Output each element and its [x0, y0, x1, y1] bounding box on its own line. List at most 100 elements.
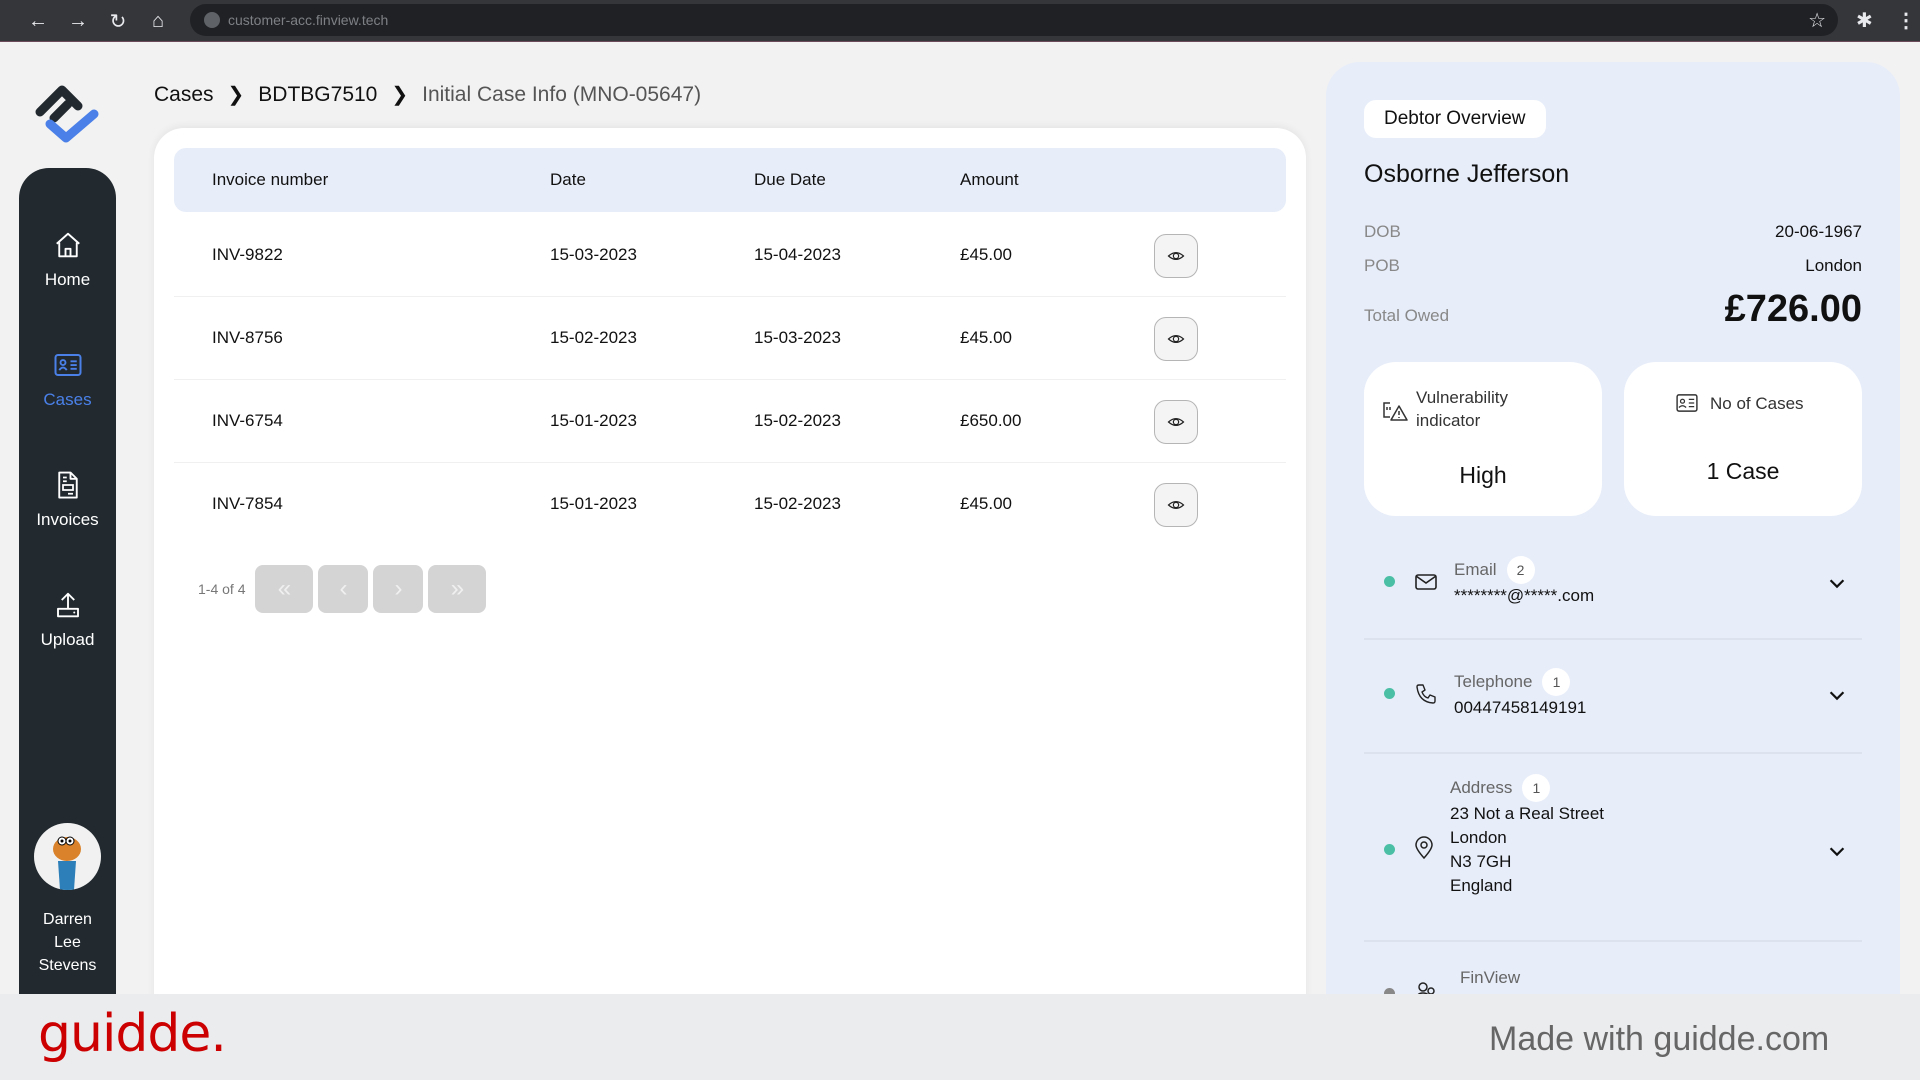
column-header-invoice-number: Invoice number	[212, 170, 329, 189]
pob-label: POB	[1364, 256, 1400, 275]
contact-value: 00447458149191	[1454, 698, 1587, 717]
invoice-number: INV-8756	[212, 328, 283, 347]
address-line: 23 Not a Real Street	[1450, 804, 1605, 823]
invoice-amount: £45.00	[960, 494, 1012, 513]
id-card-icon	[54, 354, 81, 376]
vulnerability-label-line1: Vulnerability	[1416, 388, 1508, 407]
extensions-icon[interactable]: ✱	[1856, 8, 1873, 33]
view-invoice-button[interactable]	[1154, 483, 1198, 527]
contact-title: Telephone 1	[1454, 668, 1571, 696]
sidebar-item-label: Cases	[43, 390, 92, 409]
no-of-cases-value: 1 Case	[1706, 458, 1780, 484]
previous-page-button[interactable]: ‹	[318, 565, 369, 613]
reload-icon[interactable]: ↻	[106, 9, 130, 33]
forward-icon[interactable]: →	[66, 9, 90, 33]
next-page-button[interactable]: ›	[373, 565, 424, 613]
url-text[interactable]: customer-acc.finview.tech	[228, 12, 388, 28]
menu-icon[interactable]: ⋮	[1896, 8, 1916, 33]
contact-title-text: Email	[1454, 560, 1497, 579]
address-bar[interactable]: customer-acc.finview.tech ☆	[190, 4, 1838, 36]
guidde-footer: guidde. Made with guidde.com	[0, 994, 1920, 1080]
contact-telephone[interactable]: Telephone 1 00447458149191	[1364, 642, 1862, 754]
debtor-overview-panel: Debtor Overview Osborne Jefferson DOB 20…	[1326, 62, 1900, 1008]
view-invoice-button[interactable]	[1154, 400, 1198, 444]
browser-toolbar: ← → ↻ ⌂ customer-acc.finview.tech ☆ ✱ ⋮	[0, 0, 1920, 42]
invoice-date: 15-01-2023	[550, 494, 637, 513]
invoice-date: 15-01-2023	[550, 411, 637, 430]
sidebar-item-upload[interactable]: Upload	[19, 590, 116, 680]
last-page-button[interactable]: »	[428, 565, 487, 613]
star-icon[interactable]: ☆	[1808, 8, 1826, 33]
document-icon	[57, 471, 78, 499]
breadcrumb-case-id[interactable]: BDTBG7510	[258, 83, 377, 107]
invoice-due-date: 15-02-2023	[754, 494, 841, 513]
address-line: London	[1450, 828, 1507, 847]
invoice-amount: £45.00	[960, 245, 1012, 264]
eye-icon	[1167, 501, 1185, 509]
dob-value: 20-06-1967	[1775, 222, 1862, 241]
invoice-number: INV-7854	[212, 494, 283, 513]
total-owed-label: Total Owed	[1364, 306, 1450, 325]
column-header-date: Date	[550, 170, 586, 189]
status-dot	[1384, 576, 1395, 587]
table-header: Invoice number Date Due Date Amount	[174, 148, 1286, 212]
chevron-right-icon: ❯	[227, 84, 245, 106]
status-dot	[1384, 844, 1395, 855]
debtor-name: Osborne Jefferson	[1364, 160, 1570, 188]
contact-title-text: Telephone	[1454, 672, 1533, 691]
eye-icon	[1167, 418, 1185, 426]
vulnerability-label: Vulnerability indicator	[1416, 386, 1508, 432]
contact-address[interactable]: Address 1 23 Not a Real Street London N3 …	[1364, 756, 1862, 942]
breadcrumb-cases[interactable]: Cases	[154, 83, 214, 107]
sidebar-item-invoices[interactable]: Invoices	[19, 470, 116, 560]
debtor-overview-title: Debtor Overview	[1364, 100, 1546, 138]
invoice-table-card: Invoice number Date Due Date Amount INV-…	[154, 128, 1306, 1008]
status-dot	[1384, 688, 1395, 699]
finview-logo[interactable]	[32, 84, 104, 146]
sidebar-item-label: Invoices	[36, 510, 99, 529]
breadcrumb: Cases ❯ BDTBG7510 ❯ Initial Case Info (M…	[154, 82, 701, 107]
chevron-down-icon[interactable]	[1826, 572, 1848, 594]
first-page-button[interactable]: «	[255, 565, 314, 613]
column-header-due-date: Due Date	[754, 170, 826, 189]
sidebar: Home Cases Invoices Upload Darren Lee St…	[19, 168, 116, 994]
eye-icon	[1167, 335, 1185, 343]
avatar[interactable]	[34, 823, 101, 890]
table-row: INV-9822 15-03-2023 15-04-2023 £45.00	[174, 214, 1286, 297]
dob-row: DOB 20-06-1967	[1364, 222, 1862, 242]
eye-icon	[1167, 252, 1185, 260]
globe-icon	[204, 12, 220, 28]
sidebar-item-cases[interactable]: Cases	[19, 350, 116, 440]
phone-icon	[1416, 684, 1436, 704]
invoice-due-date: 15-02-2023	[754, 411, 841, 430]
contact-count-badge: 1	[1522, 774, 1551, 802]
view-invoice-button[interactable]	[1154, 234, 1198, 278]
total-owed-row: Total Owed £726.00	[1364, 288, 1862, 331]
contact-email[interactable]: Email 2 ********@*****.com	[1364, 540, 1862, 640]
invoice-amount: £45.00	[960, 328, 1012, 347]
contact-title-text: Address	[1450, 778, 1513, 797]
invoice-due-date: 15-04-2023	[754, 245, 841, 264]
back-icon[interactable]: ←	[26, 9, 50, 33]
made-with-text: Made with guidde.com	[1489, 1020, 1830, 1058]
chevron-down-icon[interactable]	[1826, 684, 1848, 706]
contact-value: 23 Not a Real Street London N3 7GH Engla…	[1450, 802, 1604, 898]
invoice-number: INV-6754	[212, 411, 283, 430]
pagination: 1-4 of 4 « ‹ › »	[198, 565, 491, 613]
home-icon[interactable]: ⌂	[146, 9, 170, 33]
no-of-cases-label: No of Cases	[1710, 394, 1804, 413]
no-of-cases-card: No of Cases 1 Case	[1624, 362, 1862, 516]
id-card-icon	[1676, 394, 1698, 412]
vulnerability-card: Vulnerability indicator High	[1364, 362, 1602, 516]
table-row: INV-6754 15-01-2023 15-02-2023 £650.00	[174, 380, 1286, 463]
warning-icon	[1383, 402, 1408, 421]
chevron-down-icon[interactable]	[1826, 840, 1848, 862]
contact-title: FinView	[1460, 968, 1521, 987]
column-header-amount: Amount	[960, 170, 1019, 189]
sidebar-item-home[interactable]: Home	[19, 230, 116, 320]
total-owed-value: £726.00	[1724, 288, 1862, 330]
guidde-logo: guidde.	[38, 1004, 227, 1064]
contact-value: ********@*****.com	[1454, 586, 1595, 605]
view-invoice-button[interactable]	[1154, 317, 1198, 361]
contact-count-badge: 2	[1506, 556, 1535, 584]
